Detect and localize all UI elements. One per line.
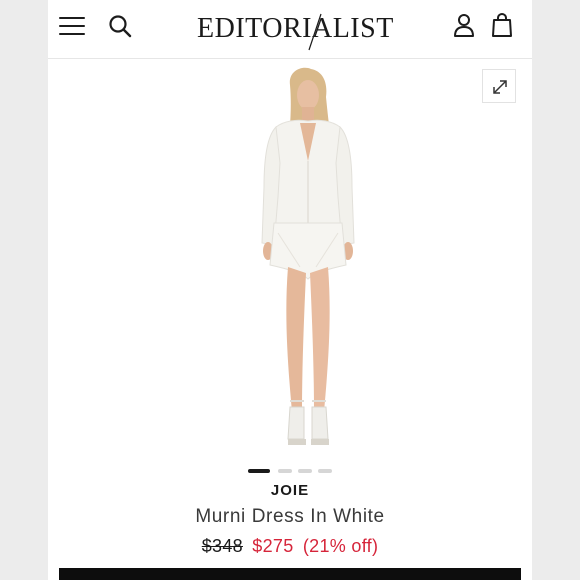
search-icon[interactable] [108, 14, 132, 38]
site-logo[interactable]: EDITORIALIST [197, 12, 393, 51]
product-gallery[interactable] [48, 59, 532, 464]
price-row: $348 $275 (21% off) [48, 536, 532, 557]
logo-slash-mark [308, 13, 322, 51]
pagination-dot-1[interactable] [248, 469, 270, 473]
product-brand[interactable]: JOIE [48, 482, 532, 499]
pagination-dot-2[interactable] [278, 469, 292, 473]
logo-text: EDITORIALIST [197, 13, 394, 44]
user-icon[interactable] [453, 13, 475, 37]
original-price: $348 [201, 536, 243, 556]
pagination-dot-3[interactable] [298, 469, 312, 473]
discount-badge: (21% off) [302, 536, 379, 556]
product-name: Murni Dress In White [195, 506, 385, 527]
product-photo [261, 67, 355, 445]
sale-price: $275 [252, 536, 294, 556]
hamburger-menu-icon[interactable] [59, 16, 85, 36]
gallery-pagination [248, 469, 338, 475]
buy-button[interactable] [59, 568, 521, 580]
pagination-dot-4[interactable] [318, 469, 332, 473]
site-header: EDITORIALIST [48, 0, 532, 59]
expand-icon[interactable] [482, 69, 516, 103]
product-page: EDITORIALIST JOIE Murni Dress In White $… [48, 0, 532, 580]
shopping-bag-icon[interactable] [491, 12, 513, 38]
